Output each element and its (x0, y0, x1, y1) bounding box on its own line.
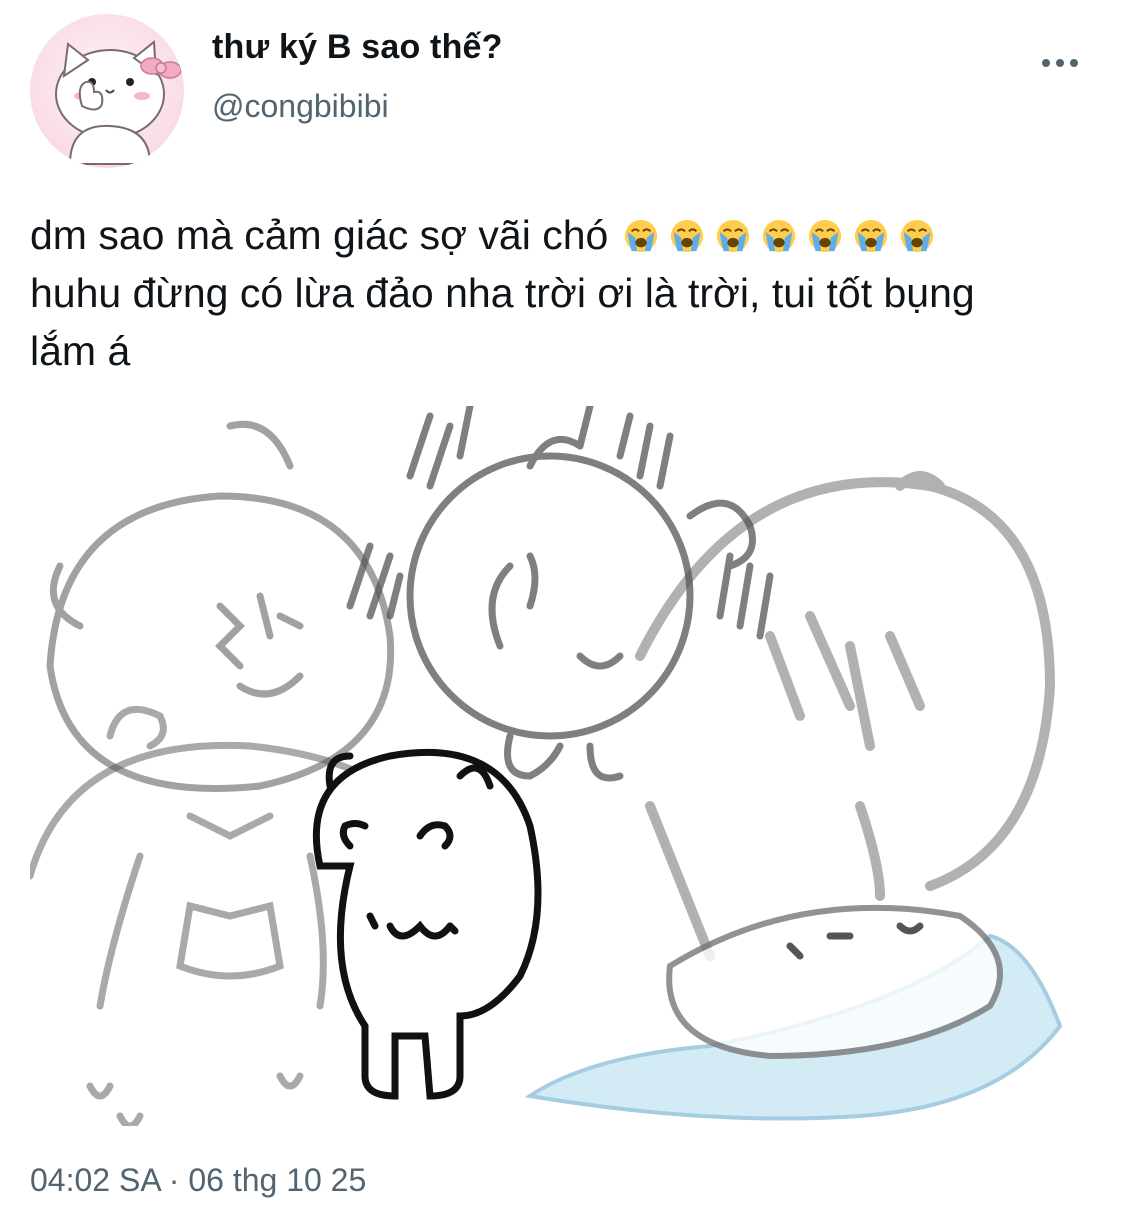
avatar[interactable] (30, 14, 184, 168)
loudly-crying-face-icon (763, 219, 796, 253)
emoji-row (608, 212, 934, 258)
more-button[interactable] (1036, 48, 1084, 78)
cartoon-meme-image (30, 406, 1063, 1126)
loudly-crying-face-icon (717, 219, 750, 253)
loudly-crying-face-icon (855, 219, 888, 253)
tweet-text-line-2: huhu đừng có lừa đảo nha trời ơi là trời… (30, 270, 975, 316)
display-name[interactable]: thư ký B sao thế? (212, 28, 503, 67)
tweet-text-segment: dm sao mà cảm giác sợ vãi chó (30, 212, 609, 258)
loudly-crying-face-icon (809, 219, 842, 253)
tweet-media[interactable] (30, 406, 1063, 1126)
avatar-image (55, 40, 182, 165)
username-handle[interactable]: @congbibibi (212, 88, 389, 125)
tweet-text-line-3: lắm á (30, 328, 131, 374)
more-horizontal-icon (1042, 59, 1078, 67)
tweet-text: dm sao mà cảm giác sợ vãi chó huhu đừng … (30, 206, 1110, 380)
loudly-crying-face-icon (671, 219, 704, 253)
tweet-text-line-1: dm sao mà cảm giác sợ vãi chó (30, 206, 1110, 264)
tweet-card: thư ký B sao thế? @congbibibi dm sao mà … (0, 0, 1125, 1228)
loudly-crying-face-icon (625, 219, 658, 253)
timestamp[interactable]: 04:02 SA · 06 thg 10 25 (30, 1162, 366, 1199)
loudly-crying-face-icon (901, 219, 934, 253)
